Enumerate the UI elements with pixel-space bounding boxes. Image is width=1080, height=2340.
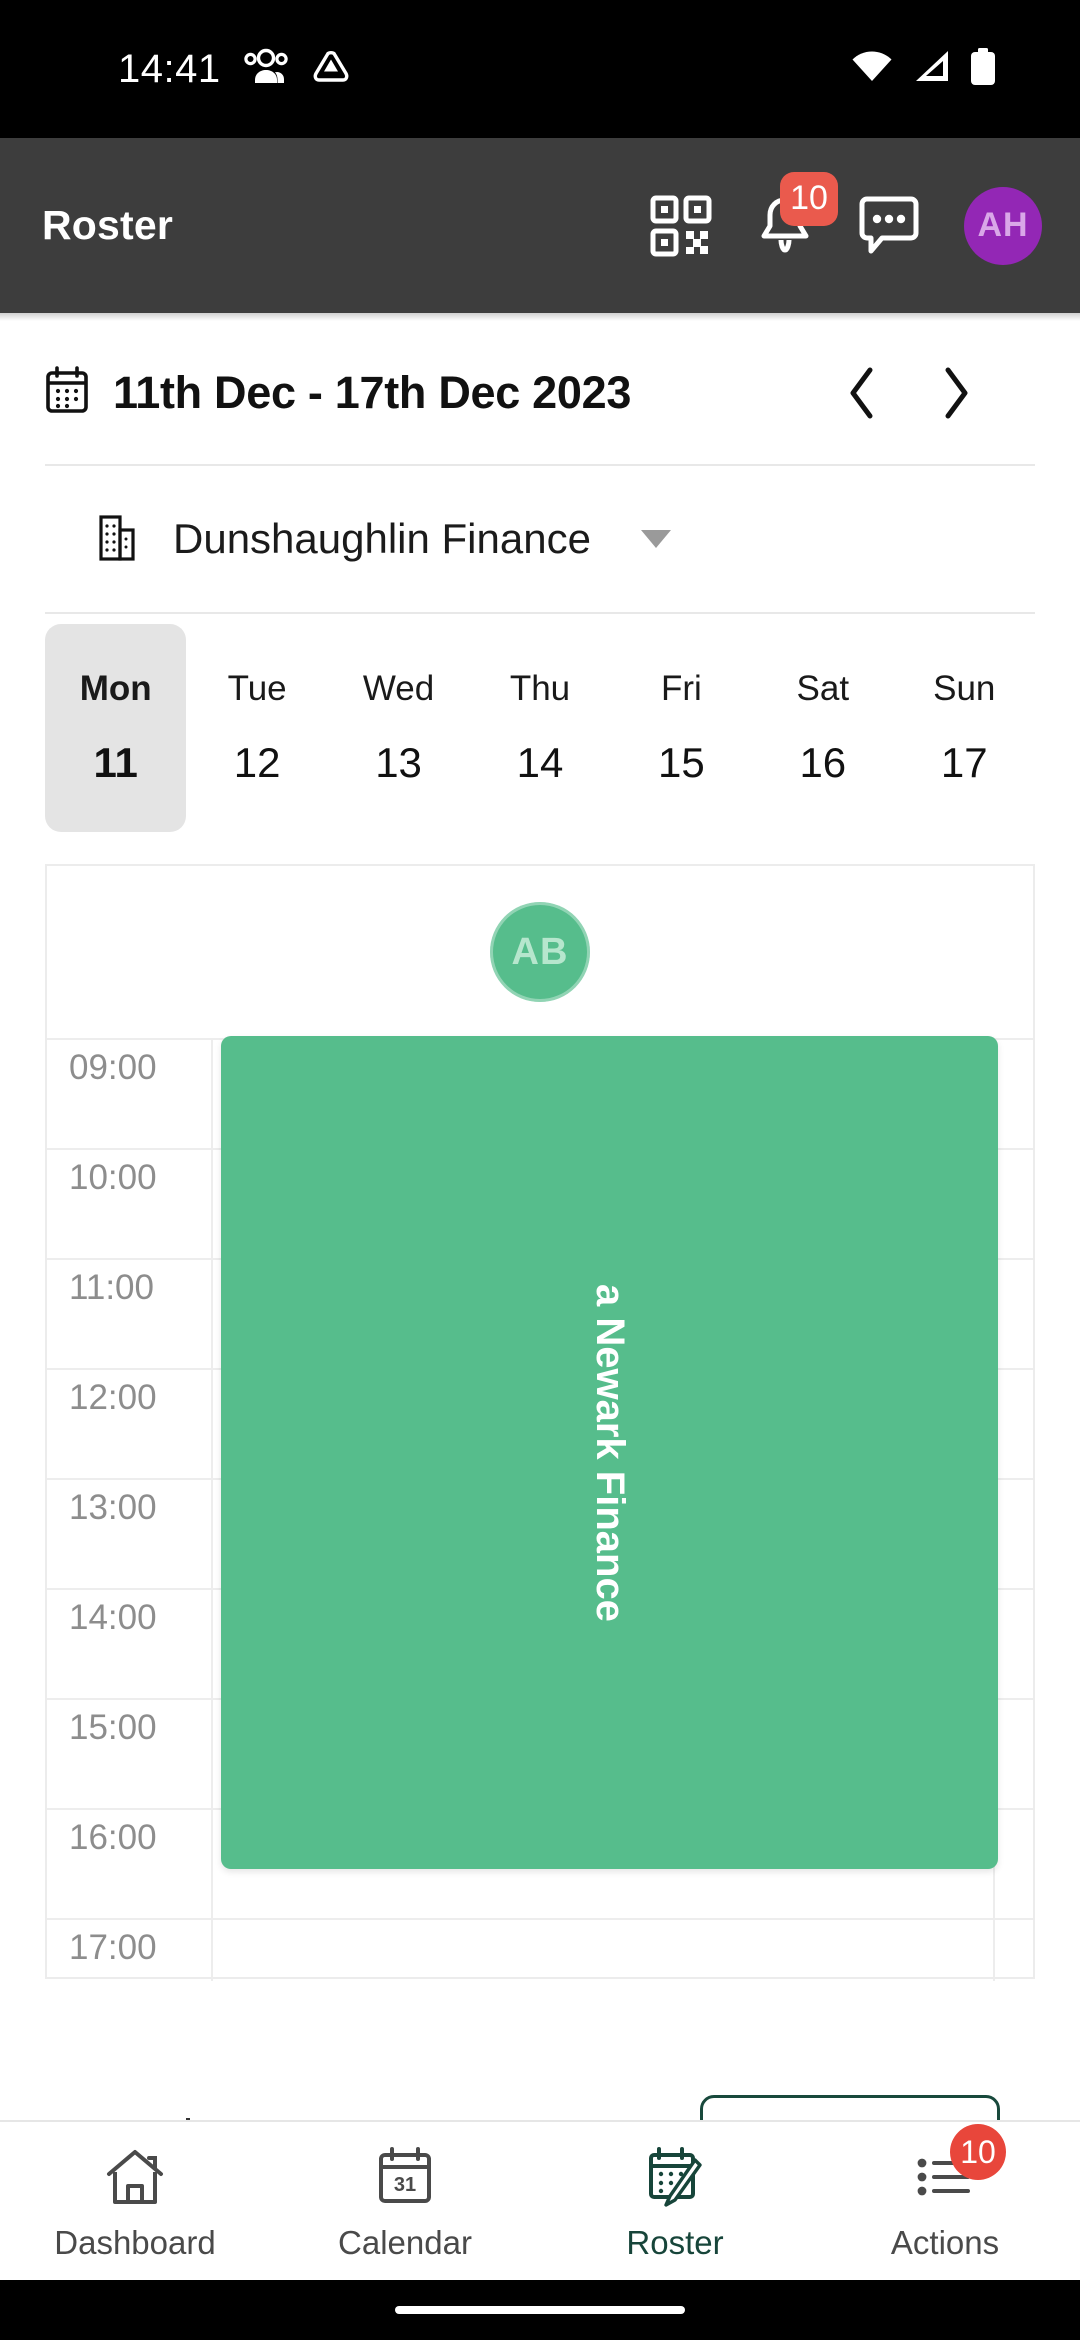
day-number: 12 (233, 739, 281, 786)
date-navigation: 11th Dec - 17th Dec 2023 (45, 321, 1035, 466)
day-cell-wed[interactable]: Wed 13 (328, 624, 469, 832)
day-number: 14 (516, 739, 564, 786)
day-number: 15 (658, 739, 705, 786)
notifications-badge: 10 (780, 171, 838, 226)
shift-block[interactable]: a Newark Finance (221, 1036, 998, 1869)
day-cell-mon[interactable]: Mon 11 (45, 624, 187, 832)
calendar-31-icon: 31 (376, 2140, 434, 2214)
day-name: Thu (509, 669, 571, 708)
svg-text:31: 31 (394, 2174, 416, 2196)
schedule-grid: AB 09:00 10:00 11:00 12:00 13:00 14:00 1… (45, 864, 1035, 1981)
bottom-navigation: Dashboard 31 Calendar Roster 10 Actions (0, 2120, 1080, 2280)
date-nav-buttons (839, 362, 1035, 424)
hour-label: 13:00 (69, 1488, 157, 1527)
week-day-selector: Mon 11 Tue 12 Wed 13 Thu 14 Fri 15 Sat 1… (45, 624, 1035, 832)
location-selector[interactable]: Dunshaughlin Finance (45, 466, 1035, 614)
nav-item-actions[interactable]: 10 Actions (810, 2124, 1080, 2262)
nav-item-roster[interactable]: Roster (540, 2140, 810, 2262)
status-bar-right (850, 47, 1040, 91)
hour-label: 11:00 (69, 1268, 154, 1307)
hour-grid: 09:00 10:00 11:00 12:00 13:00 14:00 15:0… (47, 1036, 1033, 1981)
chevron-right-icon[interactable] (933, 362, 979, 424)
header-shadow (0, 313, 1080, 321)
day-number: 11 (93, 739, 138, 786)
home-icon (103, 2140, 167, 2214)
hour-label: 15:00 (69, 1708, 157, 1747)
main-content: 11th Dec - 17th Dec 2023 Dunshaughlin Fi… (0, 321, 1080, 1981)
nav-label: Actions (890, 2224, 1000, 2261)
nav-label: Roster (626, 2224, 724, 2261)
status-bar-left: 14:41 (0, 46, 351, 93)
status-bar: 14:41 (0, 0, 1080, 138)
nav-item-dashboard[interactable]: Dashboard (0, 2140, 270, 2262)
day-name: Fri (660, 669, 702, 708)
day-cell-tue[interactable]: Tue 12 (186, 624, 327, 832)
schedule-header: AB (47, 866, 1033, 1038)
cellular-signal-icon (910, 49, 952, 90)
day-name: Mon (79, 669, 152, 708)
roster-pen-icon (646, 2140, 704, 2214)
battery-icon (968, 47, 998, 91)
gesture-pill[interactable] (395, 2306, 685, 2314)
triangle-app-icon (311, 46, 351, 93)
hour-row[interactable]: 17:00 (47, 1918, 1033, 2028)
hour-label: 14:00 (69, 1598, 157, 1637)
actions-badge: 10 (950, 2124, 1006, 2180)
chevron-left-icon[interactable] (839, 362, 885, 424)
chat-bubble-icon[interactable] (854, 188, 924, 264)
hour-label: 17:00 (69, 1928, 157, 1967)
calendar-icon (45, 366, 89, 419)
day-name: Sun (933, 669, 996, 708)
employee-avatar[interactable]: AB (490, 902, 590, 1002)
nav-label: Calendar (338, 2224, 472, 2261)
wifi-icon (850, 49, 894, 90)
status-bar-clock: 14:41 (118, 47, 221, 91)
gesture-bar (0, 2280, 1080, 2340)
day-number: 17 (940, 739, 988, 786)
day-number: 16 (799, 739, 847, 786)
hour-label: 16:00 (69, 1818, 157, 1857)
page-title: Roster (42, 202, 174, 248)
building-icon (97, 513, 137, 566)
day-cell-sun[interactable]: Sun 17 (894, 624, 1035, 832)
nav-label: Dashboard (54, 2224, 216, 2261)
day-name: Sat (796, 669, 850, 708)
qr-code-icon[interactable] (646, 188, 716, 264)
app-header-actions: 10 AH (646, 171, 1042, 265)
people-icon (243, 48, 289, 91)
location-name: Dunshaughlin Finance (173, 515, 591, 562)
hour-label: 12:00 (69, 1378, 157, 1417)
day-cell-thu[interactable]: Thu 14 (469, 624, 610, 832)
bell-icon[interactable]: 10 (750, 171, 838, 264)
day-name: Wed (362, 669, 435, 708)
hour-label: 09:00 (69, 1048, 157, 1087)
date-range-label: 11th Dec - 17th Dec 2023 (113, 366, 632, 418)
shift-label: a Newark Finance (588, 1283, 632, 1622)
day-name: Tue (227, 669, 287, 708)
app-header: Roster 10 AH (0, 138, 1080, 313)
day-number: 13 (375, 739, 422, 786)
avatar[interactable]: AH (964, 186, 1042, 265)
nav-item-calendar[interactable]: 31 Calendar (270, 2140, 540, 2262)
day-cell-fri[interactable]: Fri 15 (611, 624, 752, 832)
caret-down-icon[interactable] (640, 530, 671, 548)
hour-label: 10:00 (69, 1158, 157, 1197)
day-cell-sat[interactable]: Sat 16 (752, 624, 893, 832)
list-icon: 10 (914, 2124, 1006, 2214)
